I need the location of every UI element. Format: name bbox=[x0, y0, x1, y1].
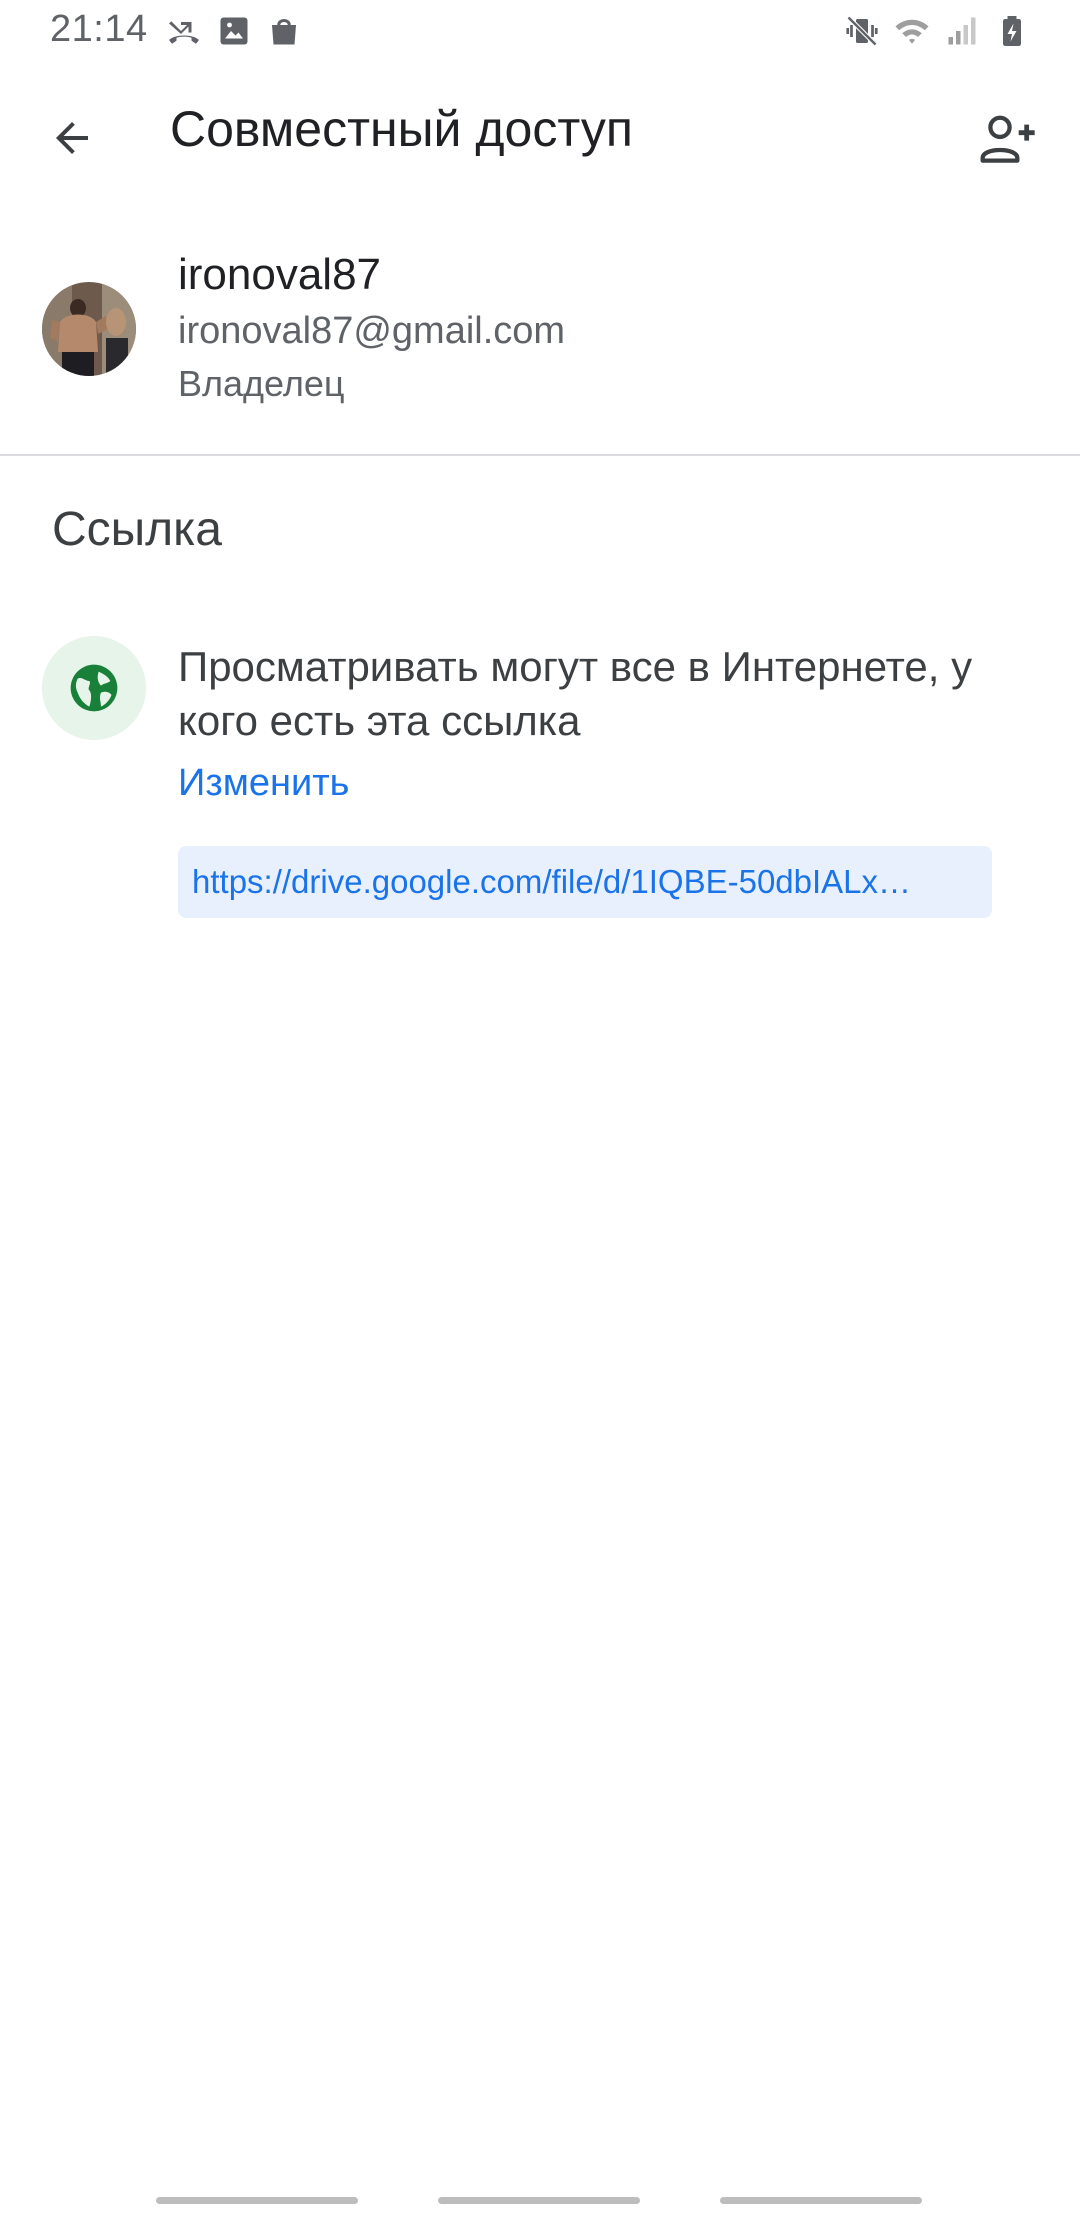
share-link-url[interactable]: https://drive.google.com/file/d/1IQBE-50… bbox=[192, 863, 978, 901]
status-bar: 21:14 bbox=[0, 0, 1080, 64]
globe-badge bbox=[42, 636, 146, 740]
nav-handle-left[interactable] bbox=[156, 2197, 358, 2204]
status-time: 21:14 bbox=[50, 8, 148, 50]
nav-handle-right[interactable] bbox=[720, 2197, 922, 2204]
globe-icon bbox=[70, 664, 118, 712]
image-icon bbox=[220, 17, 248, 45]
person-add-icon bbox=[980, 115, 1035, 163]
nav-handle-center[interactable] bbox=[438, 2197, 640, 2204]
vibrate-icon bbox=[846, 15, 878, 47]
owner-name: ironoval87 bbox=[178, 250, 382, 299]
signal-icon bbox=[948, 17, 976, 45]
link-section-title: Ссылка bbox=[52, 503, 222, 556]
arrow-back-icon bbox=[56, 122, 88, 154]
app-bar: Совместный доступ bbox=[0, 64, 1080, 200]
back-button[interactable] bbox=[28, 94, 116, 182]
shopping-bag-icon bbox=[272, 19, 296, 45]
owner-email: ironoval87@gmail.com bbox=[178, 310, 566, 352]
share-link-box[interactable]: https://drive.google.com/file/d/1IQBE-50… bbox=[178, 846, 992, 918]
avatar-photo bbox=[42, 282, 136, 376]
link-access-description: Просматривать могут все в Интернете, у к… bbox=[178, 643, 973, 744]
status-left-icons bbox=[166, 13, 302, 49]
battery-charging-icon bbox=[1003, 16, 1021, 46]
add-person-button[interactable] bbox=[964, 94, 1052, 182]
change-access-link[interactable]: Изменить bbox=[178, 762, 349, 805]
owner-row: ironoval87 ironoval87@gmail.com Владелец bbox=[0, 230, 1080, 420]
avatar bbox=[42, 282, 136, 376]
missed-call-icon bbox=[169, 21, 199, 44]
gesture-nav-bar bbox=[0, 2180, 1080, 2220]
owner-role: Владелец bbox=[178, 363, 345, 404]
wifi-icon bbox=[895, 19, 929, 44]
page-title: Совместный доступ bbox=[170, 101, 633, 157]
divider bbox=[0, 454, 1080, 456]
status-right-icons bbox=[844, 13, 1030, 49]
